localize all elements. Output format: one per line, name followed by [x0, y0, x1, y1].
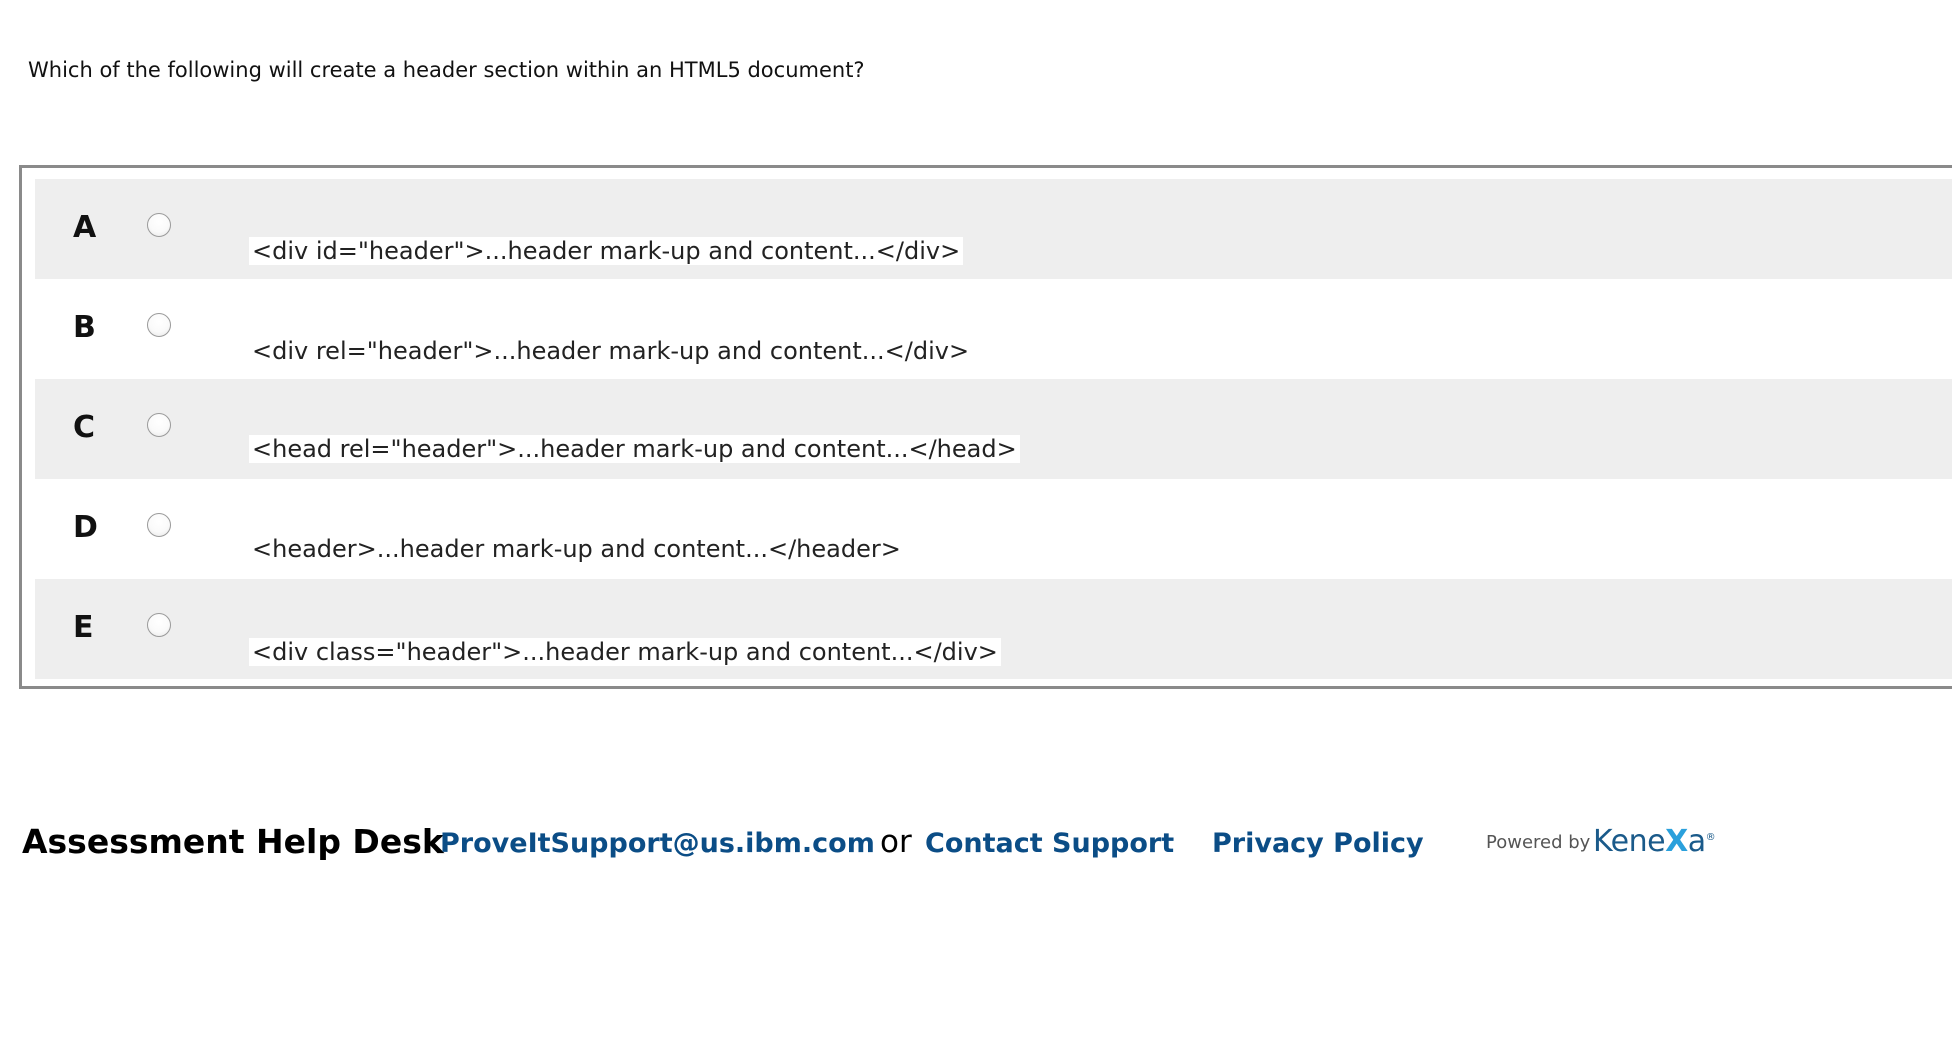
option-text: <div class="header">...header mark-up an… [249, 638, 1001, 666]
option-text: <head rel="header">...header mark-up and… [249, 435, 1020, 463]
or-text: or [880, 824, 912, 860]
option-letter: E [73, 610, 94, 645]
answer-options-panel: A <div id="header">...header mark-up and… [19, 165, 1952, 689]
support-email-link[interactable]: ProveItSupport@us.ibm.com [440, 828, 875, 859]
privacy-policy-link[interactable]: Privacy Policy [1212, 828, 1424, 859]
logo-registered-mark: ® [1705, 832, 1716, 843]
option-radio-e[interactable] [147, 613, 171, 637]
contact-support-link[interactable]: Contact Support [925, 828, 1174, 859]
option-text: <header>...header mark-up and content...… [249, 535, 904, 563]
option-row-c[interactable]: C <head rel="header">...header mark-up a… [35, 379, 1952, 479]
powered-by-label: Powered by [1486, 832, 1591, 853]
option-letter: A [73, 210, 97, 245]
option-radio-b[interactable] [147, 313, 171, 337]
option-row-b[interactable]: B <div rel="header">...header mark-up an… [35, 279, 1952, 379]
option-letter: C [73, 410, 96, 445]
option-row-a[interactable]: A <div id="header">...header mark-up and… [35, 179, 1952, 279]
option-row-d[interactable]: D <header>...header mark-up and content.… [35, 479, 1952, 579]
question-text: Which of the following will create a hea… [28, 58, 865, 82]
kenexa-logo: KeneXa® [1593, 824, 1716, 859]
logo-text-part1: Kene [1593, 824, 1666, 859]
logo-text-part2: a [1687, 824, 1706, 859]
option-radio-d[interactable] [147, 513, 171, 537]
option-letter: B [73, 310, 96, 345]
logo-x-mark: X [1665, 824, 1688, 859]
option-radio-a[interactable] [147, 213, 171, 237]
option-text: <div id="header">...header mark-up and c… [249, 237, 964, 265]
option-radio-c[interactable] [147, 413, 171, 437]
option-text: <div rel="header">...header mark-up and … [249, 337, 973, 365]
option-row-e[interactable]: E <div class="header">...header mark-up … [35, 579, 1952, 679]
option-letter: D [73, 510, 98, 545]
help-desk-label: Assessment Help Desk [22, 822, 444, 861]
